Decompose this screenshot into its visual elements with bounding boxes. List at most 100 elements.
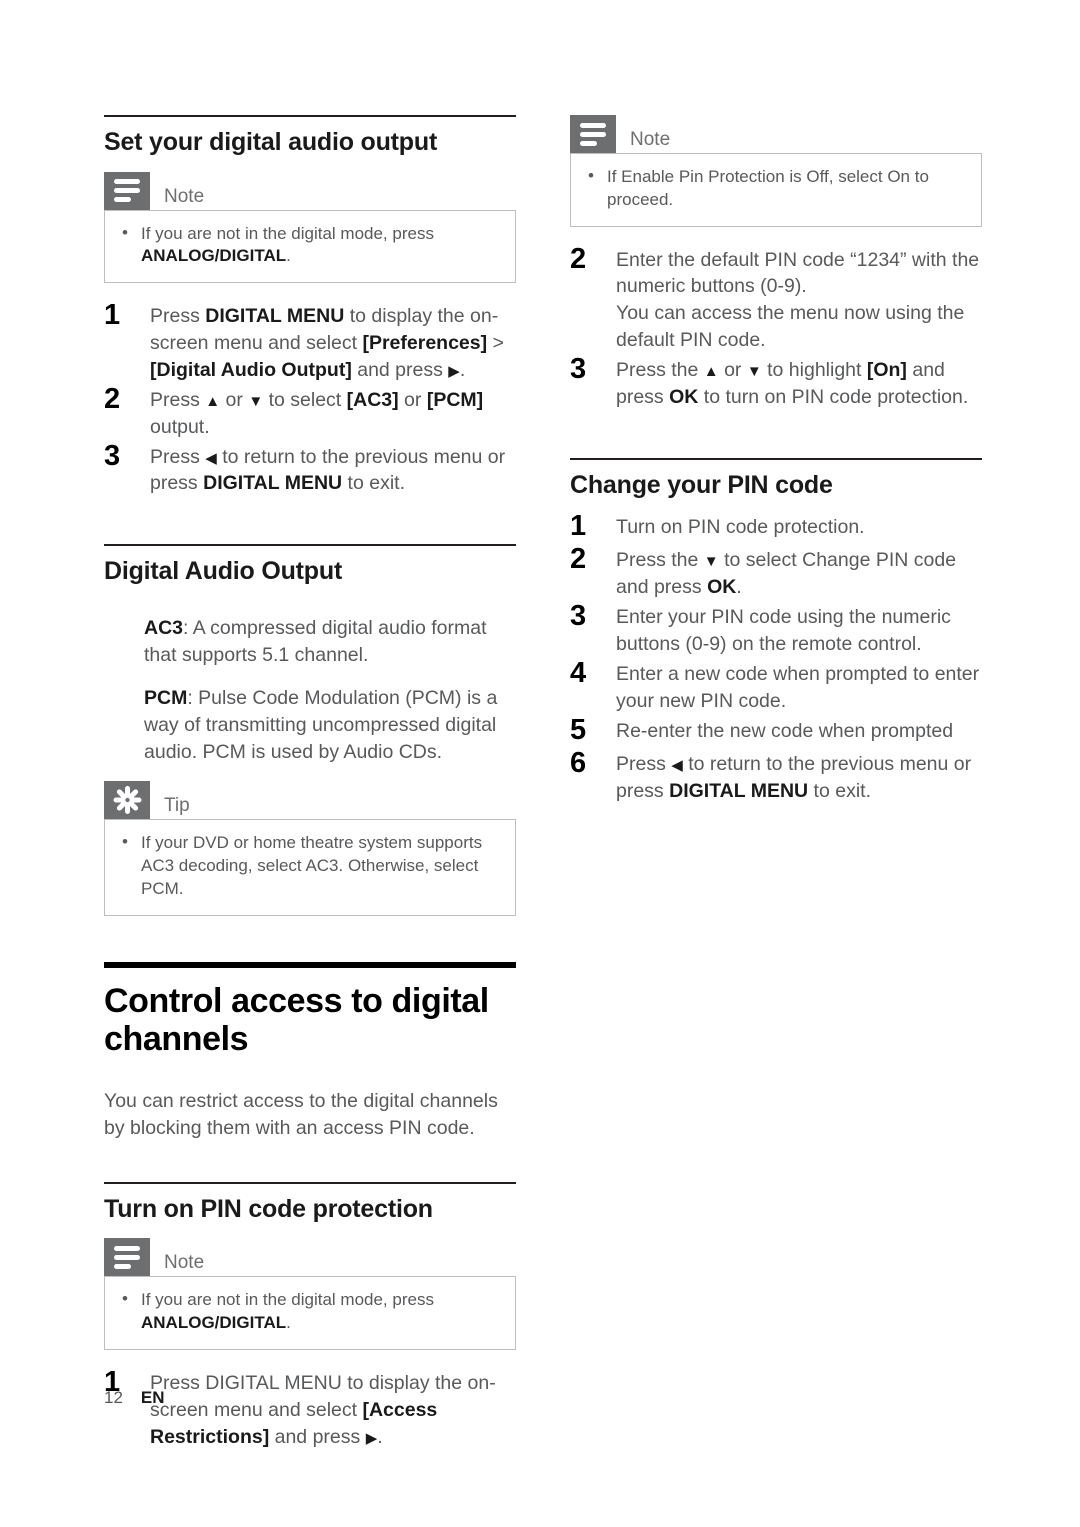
callout-title: Note: [630, 129, 671, 150]
step-text-run: ▲: [205, 392, 221, 410]
callout-body: If you are not in the digital mode, pres…: [104, 209, 516, 284]
step-text-run: ▼: [746, 363, 762, 381]
tip-asterisk-icon: [104, 781, 150, 820]
step-text-run: to select: [263, 388, 347, 411]
step-text-bold: OK: [707, 576, 737, 599]
chapter-control-access: Control access to digital channels You c…: [104, 961, 516, 1142]
steps-list-continued: 2 Enter the default PIN code “1234” with …: [570, 243, 982, 411]
step-text: Enter the default PIN code “1234” with t…: [616, 247, 982, 355]
section-heading: Change your PIN code: [570, 470, 833, 499]
step-text-run: Press DIGITAL MENU to display the on-scr…: [150, 1371, 496, 1421]
right-column: Note If Enable Pin Protection is Off, se…: [570, 115, 982, 808]
step-text-run: ▶: [448, 362, 460, 380]
definition-text: : Pulse Code Modulation (PCM) is a way o…: [144, 686, 498, 763]
section-turn-on-pin: Turn on PIN code protection Note If you …: [104, 1181, 516, 1451]
callout-title: Note: [164, 1252, 205, 1274]
step-text: Press DIGITAL MENU to display the on-scr…: [150, 303, 516, 384]
steps-list-turn-on-pin: 1 Press DIGITAL MENU to display the on-sc…: [104, 1366, 516, 1451]
step-number: 5: [570, 713, 587, 746]
step-text-run: output.: [150, 415, 210, 438]
step-item: 2 Enter the default PIN code “1234” with …: [570, 243, 982, 355]
step-text-run: or: [398, 388, 427, 411]
chapter-rule: [104, 961, 516, 968]
step-text: Turn on PIN code protection.: [616, 514, 982, 541]
step-text-bold: DIGITAL MENU: [669, 779, 809, 802]
step-text-bold: [PCM]: [426, 388, 484, 411]
left-column: Set your digital audio output Note If yo…: [104, 115, 516, 1453]
section-set-digital-audio-output: Set your digital audio output Note If yo…: [104, 115, 516, 497]
list-item: If you are not in the digital mode, pres…: [119, 1288, 501, 1335]
section-rule: [104, 544, 516, 547]
step-item: 4 Enter a new code when prompted to enter…: [570, 657, 982, 715]
note-text-bold: ANALOG/DIGITAL: [141, 1312, 287, 1332]
step-text-bold: [AC3]: [346, 388, 399, 411]
step-text-run: and press: [269, 1425, 366, 1448]
step-item: 3 Press the ▲ or ▼ to highlight [On] and …: [570, 353, 982, 411]
step-text-run: or: [718, 359, 747, 382]
definition-term: AC3: [144, 616, 184, 639]
callout-header: Note: [104, 171, 516, 210]
step-text-run: ▶: [365, 1429, 378, 1447]
step-text-bold: OK: [669, 386, 699, 409]
step-text-run: Re-enter the new code when prompted: [616, 719, 954, 742]
step-number: 3: [570, 600, 587, 633]
step-text-run: Press: [150, 305, 206, 328]
step-text-run: ▼: [248, 392, 264, 410]
step-text-run: .: [377, 1425, 383, 1448]
step-text-run: to highlight: [761, 359, 867, 382]
page-language: EN: [140, 1388, 165, 1407]
step-text-run: Turn on PIN code protection.: [616, 516, 865, 539]
step-item: 2 Press the ▼ to select Change PIN code a…: [570, 543, 982, 601]
step-number: 6: [570, 746, 587, 779]
definition-pcm: PCM: Pulse Code Modulation (PCM) is a wa…: [104, 685, 516, 766]
step-text-run: to turn on PIN code protection.: [698, 386, 969, 409]
callout-header: Note: [570, 115, 982, 153]
step-text-run: Press the: [616, 359, 704, 382]
steps-list-set-audio: 1 Press DIGITAL MENU to display the on-sc…: [104, 299, 516, 498]
step-text: Re-enter the new code when prompted: [616, 718, 982, 745]
step-number: 3: [104, 439, 121, 472]
step-item: 1 Turn on PIN code protection.: [570, 510, 982, 544]
step-text-run: to exit.: [342, 472, 406, 495]
step-number: 1: [570, 510, 587, 543]
step-text-run: ◀: [671, 756, 683, 774]
callout-title: Note: [164, 185, 205, 207]
step-text-run: Enter your PIN code using the numeric bu…: [616, 606, 951, 656]
callout-body: If Enable Pin Protection is Off, select …: [570, 153, 982, 227]
step-item: 1 Press DIGITAL MENU to display the on-sc…: [104, 299, 516, 384]
step-text-bold: DIGITAL MENU: [203, 472, 343, 495]
note-text-tail: .: [286, 246, 291, 266]
step-number: 3: [570, 353, 587, 386]
step-text-run: .: [459, 358, 466, 381]
step-text-bold: [Digital Audio Output]: [150, 358, 352, 381]
step-number: 2: [570, 543, 587, 576]
note-callout-1: Note If you are not in the digital mode,…: [104, 171, 516, 284]
step-text-run: ◀: [205, 449, 217, 467]
steps-list-change-pin: 1 Turn on PIN code protection. 2 Press the …: [570, 510, 982, 805]
chapter-intro: You can restrict access to the digital c…: [104, 1089, 498, 1139]
step-text-run: ▼: [703, 553, 719, 571]
manual-page: Set your digital audio output Note If yo…: [0, 0, 1080, 1527]
callout-title: Tip: [164, 795, 190, 817]
callout-body: If your DVD or home theatre system suppo…: [104, 819, 516, 916]
step-text: Press ▲ or ▼ to select [AC3] or [PCM] ou…: [150, 387, 516, 441]
step-text: Press the ▼ to select Change PIN code an…: [616, 547, 982, 601]
step-text-run: to exit.: [808, 779, 872, 802]
note-text-bold: ANALOG/DIGITAL: [141, 246, 287, 266]
list-item: If you are not in the digital mode, pres…: [119, 222, 501, 269]
page-number: 12: [104, 1388, 123, 1407]
definition-text: : A compressed digital audio format that…: [144, 616, 487, 666]
section-digital-audio-output: Digital Audio Output AC3: A compressed d…: [104, 544, 516, 916]
step-text: Press ◀ to return to the previous menu o…: [150, 444, 516, 498]
note-lines-icon: [104, 1238, 150, 1277]
note-lines-icon: [570, 115, 616, 153]
step-item: 2 Press ▲ or ▼ to select [AC3] or [PCM] o…: [104, 383, 516, 441]
note-lines-icon: [104, 171, 150, 210]
step-number: 1: [104, 299, 121, 332]
note-list: If you are not in the digital mode, pres…: [119, 1288, 501, 1335]
section-heading: Digital Audio Output: [104, 557, 343, 586]
step-item: 6 Press ◀ to return to the previous menu …: [570, 746, 982, 805]
step-text-bold: [On]: [866, 359, 907, 382]
step-text-run: >: [487, 331, 504, 354]
section-change-pin: Change your PIN code 1 Turn on PIN code p…: [570, 457, 982, 805]
